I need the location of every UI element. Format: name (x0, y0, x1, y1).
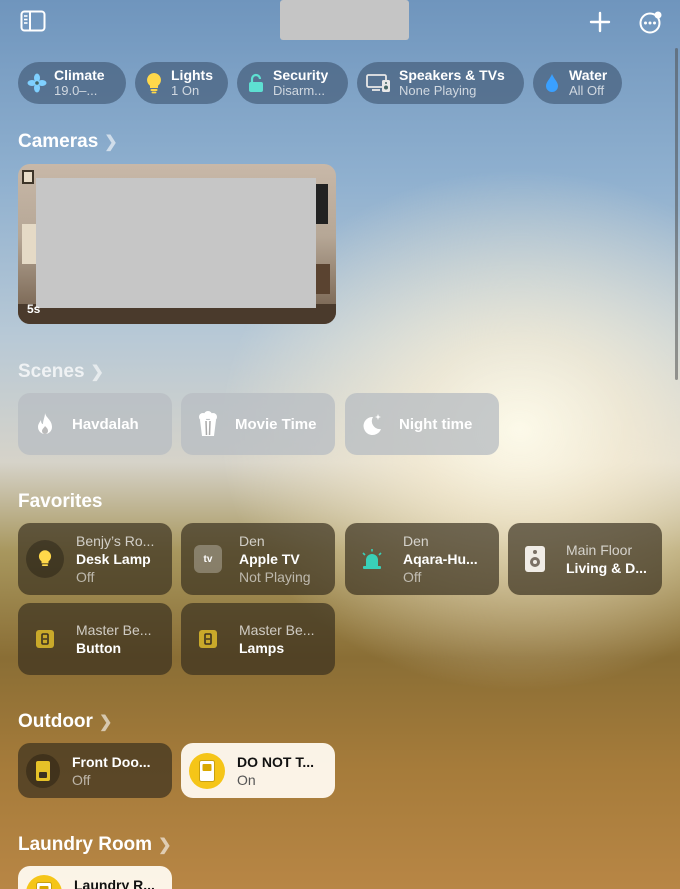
moon-stars-icon (359, 411, 385, 437)
flame-icon (32, 411, 58, 437)
chevron-right-icon: ❯ (98, 714, 113, 731)
category-climate[interactable]: Climate 19.0–... (18, 62, 126, 104)
tile-room: Den (403, 533, 429, 549)
camera-preview-redacted (36, 178, 316, 308)
tile-status: Not Playing (239, 569, 311, 585)
chip-title: Lights (171, 67, 213, 83)
tile-room: Main Floor (566, 542, 633, 558)
section-title: Laundry Room (18, 834, 153, 855)
chip-status: All Off (569, 83, 605, 98)
section-laundry-room[interactable]: Laundry Room ❯ (18, 834, 171, 856)
switch-icon (26, 620, 64, 658)
add-icon[interactable] (588, 10, 614, 34)
section-cameras[interactable]: Cameras ❯ (18, 131, 118, 153)
switch-icon (26, 875, 62, 889)
favorite-button[interactable]: Master Be... Button (18, 603, 172, 675)
scene-label: Night time (399, 415, 473, 433)
camera-tile[interactable]: 5s (18, 164, 336, 324)
switch-icon (189, 620, 227, 658)
chip-status: Disarm... (273, 83, 325, 98)
scene-movie-time[interactable]: Movie Time (181, 393, 335, 455)
more-options-icon[interactable] (638, 10, 664, 34)
water-drop-icon (541, 72, 563, 94)
section-outdoor[interactable]: Outdoor ❯ (18, 711, 112, 733)
outdoor-do-not-touch[interactable]: DO NOT T... On (181, 743, 335, 798)
favorite-apple-tv[interactable]: tv Den Apple TV Not Playing (181, 523, 335, 595)
chip-title: Water (569, 67, 608, 83)
tile-room: Master Be... (76, 622, 152, 638)
lightbulb-icon (26, 540, 64, 578)
scrollbar[interactable] (675, 48, 678, 380)
scene-label: Havdalah (72, 415, 139, 433)
section-scenes[interactable]: Scenes ❯ (18, 361, 104, 383)
switch-icon (26, 753, 60, 788)
tile-name: Lamps (239, 640, 285, 656)
category-lights[interactable]: Lights 1 On (135, 62, 228, 104)
tile-status: On (237, 771, 256, 788)
tile-name: Living & D... (566, 560, 647, 576)
favorite-lamps[interactable]: Master Be... Lamps (181, 603, 335, 675)
tv-speaker-icon (365, 72, 393, 94)
chip-title: Climate (54, 67, 105, 83)
chip-title: Security (273, 67, 329, 83)
chip-title: Speakers & TVs (399, 67, 505, 83)
section-title: Favorites (18, 491, 103, 512)
apple-tv-icon: tv (194, 545, 222, 573)
tile-name: Aqara-Hu... (403, 551, 478, 567)
favorite-aqara-hub[interactable]: Den Aqara-Hu... Off (345, 523, 499, 595)
category-water[interactable]: Water All Off (533, 62, 622, 104)
home-name-redacted[interactable] (280, 0, 409, 40)
tile-name: Laundry R... (74, 877, 155, 889)
camera-timestamp: 5s (27, 302, 41, 316)
chevron-right-icon: ❯ (158, 837, 172, 854)
scene-label: Movie Time (235, 415, 317, 433)
lock-icon (245, 72, 267, 94)
chip-status: None Playing (399, 83, 477, 98)
tile-status: Off (403, 569, 422, 585)
favorite-living-dining[interactable]: Main Floor Living & D... (508, 523, 662, 595)
speaker-icon (516, 540, 554, 578)
scene-night-time[interactable]: Night time (345, 393, 499, 455)
sidebar-toggle-icon[interactable] (20, 10, 46, 34)
popcorn-icon (195, 411, 221, 437)
tile-room: Benjy’s Ro... (76, 533, 155, 549)
fan-icon (26, 72, 48, 94)
chip-status: 1 On (171, 83, 200, 98)
tile-name: Front Doo... (72, 753, 151, 770)
section-title: Scenes (18, 361, 85, 382)
chevron-right-icon: ❯ (90, 364, 104, 381)
section-title: Outdoor (18, 711, 93, 732)
tile-name: Button (76, 640, 122, 656)
switch-icon (189, 752, 225, 789)
tile-room: Den (239, 533, 265, 549)
category-security[interactable]: Security Disarm... (237, 62, 348, 104)
scene-havdalah[interactable]: Havdalah (18, 393, 172, 455)
tile-name: Apple TV (239, 551, 300, 567)
outdoor-front-door[interactable]: Front Doo... Off (18, 743, 172, 798)
section-favorites: Favorites (18, 491, 102, 513)
tile-room: Master Be... (239, 622, 315, 638)
tile-status: Off (72, 771, 91, 788)
favorite-desk-lamp[interactable]: Benjy’s Ro... Desk Lamp Off (18, 523, 172, 595)
tile-name: Desk Lamp (76, 551, 151, 567)
siren-icon (353, 540, 391, 578)
chevron-right-icon: ❯ (104, 134, 118, 151)
tile-name: DO NOT T... (237, 753, 314, 770)
laundry-room-switch[interactable]: Laundry R... (18, 866, 172, 889)
tile-status: Off (76, 569, 95, 585)
category-speakers-tvs[interactable]: Speakers & TVs None Playing (357, 62, 524, 104)
section-title: Cameras (18, 131, 99, 152)
lightbulb-icon (143, 72, 165, 94)
chip-status: 19.0–... (54, 83, 98, 98)
